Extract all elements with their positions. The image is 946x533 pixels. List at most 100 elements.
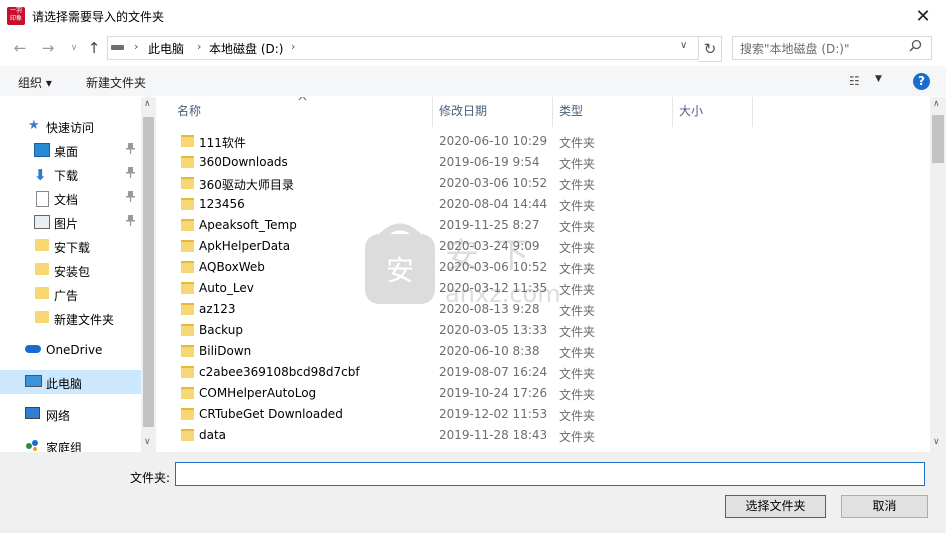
file-name: Backup (199, 323, 243, 337)
select-folder-button[interactable]: 选择文件夹 (725, 495, 826, 518)
cloud-icon (25, 345, 41, 353)
folder-icon (35, 263, 49, 275)
sidebar-item-ads[interactable]: 广告 (0, 282, 141, 306)
svg-text:安: 安 (386, 254, 414, 287)
sidebar-item-label: OneDrive (46, 343, 103, 357)
scroll-down-icon[interactable]: ∨ (144, 437, 151, 447)
sidebar-item-installers[interactable]: 安装包 (0, 258, 141, 282)
file-list-scrollbar[interactable]: ∧ ∨ (930, 97, 946, 452)
pin-icon[interactable] (126, 215, 135, 229)
recent-locations-button[interactable]: ∨ (63, 37, 85, 59)
table-row[interactable]: 360Downloads 2019-06-19 9:54 文件夹 (157, 152, 930, 173)
file-date-modified: 2019-12-02 11:53 (439, 407, 548, 421)
breadcrumb-separator[interactable]: › (134, 40, 138, 53)
help-icon[interactable]: ? (913, 73, 930, 90)
refresh-button[interactable]: ↻ (699, 36, 722, 62)
folder-icon (35, 239, 49, 251)
sidebar-item-quick-access[interactable]: ★ 快速访问 (0, 114, 141, 138)
file-date-modified: 2020-06-10 10:29 (439, 134, 548, 148)
new-folder-button[interactable]: 新建文件夹 (86, 74, 146, 91)
organize-button[interactable]: 组织 ▾ (18, 74, 52, 91)
sidebar-item-this-pc[interactable]: 此电脑 (0, 370, 141, 394)
breadcrumb-local-disk-d[interactable]: 本地磁盘 (D:) (209, 40, 283, 57)
sidebar-item-downloads[interactable]: ⬇ 下载 (0, 162, 141, 186)
table-row[interactable]: 360驱动大师目录 2020-03-06 10:52 文件夹 (157, 173, 930, 194)
sidebar-item-label: 安下载 (54, 241, 91, 255)
pin-icon[interactable] (126, 167, 135, 181)
sidebar-item-homegroup[interactable]: 家庭组 (0, 434, 141, 452)
table-row[interactable]: 123456 2020-08-04 14:44 文件夹 (157, 194, 930, 215)
column-header-type[interactable]: 类型 (553, 97, 673, 127)
table-row[interactable]: Backup 2020-03-05 13:33 文件夹 (157, 320, 930, 341)
scroll-down-icon[interactable]: ∨ (933, 437, 940, 447)
change-view-icon[interactable]: ☷ (849, 74, 860, 88)
folder-icon (181, 366, 194, 378)
folder-icon (181, 219, 194, 231)
file-date-modified: 2020-08-04 14:44 (439, 197, 548, 211)
window-title: 请选择需要导入的文件夹 (32, 10, 165, 24)
pin-icon[interactable] (126, 191, 135, 205)
table-row[interactable]: c2abee369108bcd98d7cbf 2019-08-07 16:24 文件… (157, 362, 930, 383)
column-header-name[interactable]: 名称 (157, 97, 433, 127)
computer-icon (25, 375, 42, 387)
folder-icon (181, 198, 194, 210)
scroll-up-icon[interactable]: ∧ (144, 99, 151, 109)
sidebar-item-network[interactable]: 网络 (0, 402, 141, 426)
column-header-date-modified[interactable]: 修改日期 (433, 97, 553, 127)
up-button[interactable]: ↑ (83, 37, 105, 59)
sidebar-item-label: 网络 (46, 409, 71, 423)
file-type: 文件夹 (559, 178, 596, 192)
file-name: az123 (199, 302, 236, 316)
search-input[interactable]: 搜索"本地磁盘 (D:)" (732, 36, 932, 60)
navigation-pane[interactable]: ★ 快速访问 桌面 ⬇ 下载 文档 图片 安下载 安装包 广告 新建文件夹 On… (0, 97, 156, 452)
sidebar-item-new-folder[interactable]: 新建文件夹 (0, 306, 141, 330)
cancel-button[interactable]: 取消 (841, 495, 928, 518)
scrollbar-thumb[interactable] (932, 115, 944, 163)
table-row[interactable]: data 2019-11-28 18:43 文件夹 (157, 425, 930, 446)
file-name: ApkHelperData (199, 239, 291, 253)
address-dropdown-icon[interactable]: ∨ (680, 40, 687, 51)
table-row[interactable]: CRTubeGet Downloaded 2019-12-02 11:53 文件夹 (157, 404, 930, 425)
file-type: 文件夹 (559, 346, 596, 360)
file-name: data (199, 428, 227, 442)
sidebar-item-an-xiazai[interactable]: 安下载 (0, 234, 141, 258)
pin-icon[interactable] (126, 143, 135, 157)
column-header-size[interactable]: 大小 (673, 97, 753, 127)
table-row[interactable]: 111软件 2020-06-10 10:29 文件夹 (157, 131, 930, 152)
folder-icon (181, 408, 194, 420)
svg-text:anxz.com: anxz.com (445, 280, 561, 308)
sidebar-item-onedrive[interactable]: OneDrive (0, 338, 141, 362)
scrollbar-thumb[interactable] (143, 117, 154, 427)
breadcrumb-separator[interactable]: › (291, 40, 295, 53)
svg-text:安: 安 (445, 236, 479, 276)
file-date-modified: 2019-08-07 16:24 (439, 365, 548, 379)
star-icon: ★ (28, 118, 40, 133)
file-name: Auto_Lev (199, 281, 254, 295)
sidebar-item-label: 文档 (54, 193, 79, 207)
file-type: 文件夹 (559, 367, 596, 381)
file-name: 360驱动大师目录 (199, 178, 294, 192)
folder-icon (181, 177, 194, 189)
picture-icon (34, 215, 50, 229)
desktop-icon (34, 143, 50, 157)
table-row[interactable]: COMHelperAutoLog 2019-10-24 17:26 文件夹 (157, 383, 930, 404)
breadcrumb-this-pc[interactable]: 此电脑 (148, 40, 184, 57)
sidebar-item-documents[interactable]: 文档 (0, 186, 141, 210)
sort-ascending-icon (298, 97, 307, 104)
sidebar-item-desktop[interactable]: 桌面 (0, 138, 141, 162)
file-type: 文件夹 (559, 157, 596, 171)
address-bar[interactable]: › 此电脑 › 本地磁盘 (D:) › ∨ (107, 36, 699, 60)
close-button[interactable]: ✕ (900, 0, 946, 32)
back-button[interactable]: ← (9, 37, 31, 59)
navigation-scrollbar[interactable]: ∧ ∨ (141, 97, 156, 452)
view-options-chevron-down-icon[interactable]: ▼ (875, 74, 882, 84)
forward-button[interactable]: → (37, 37, 59, 59)
file-name: BiliDown (199, 344, 252, 358)
table-row[interactable]: BiliDown 2020-06-10 8:38 文件夹 (157, 341, 930, 362)
scroll-up-icon[interactable]: ∧ (933, 99, 940, 109)
folder-name-input[interactable] (175, 462, 925, 486)
search-icon[interactable] (909, 39, 922, 56)
sidebar-item-pictures[interactable]: 图片 (0, 210, 141, 234)
sidebar-item-label: 快速访问 (46, 121, 95, 135)
breadcrumb-separator[interactable]: › (197, 40, 201, 53)
